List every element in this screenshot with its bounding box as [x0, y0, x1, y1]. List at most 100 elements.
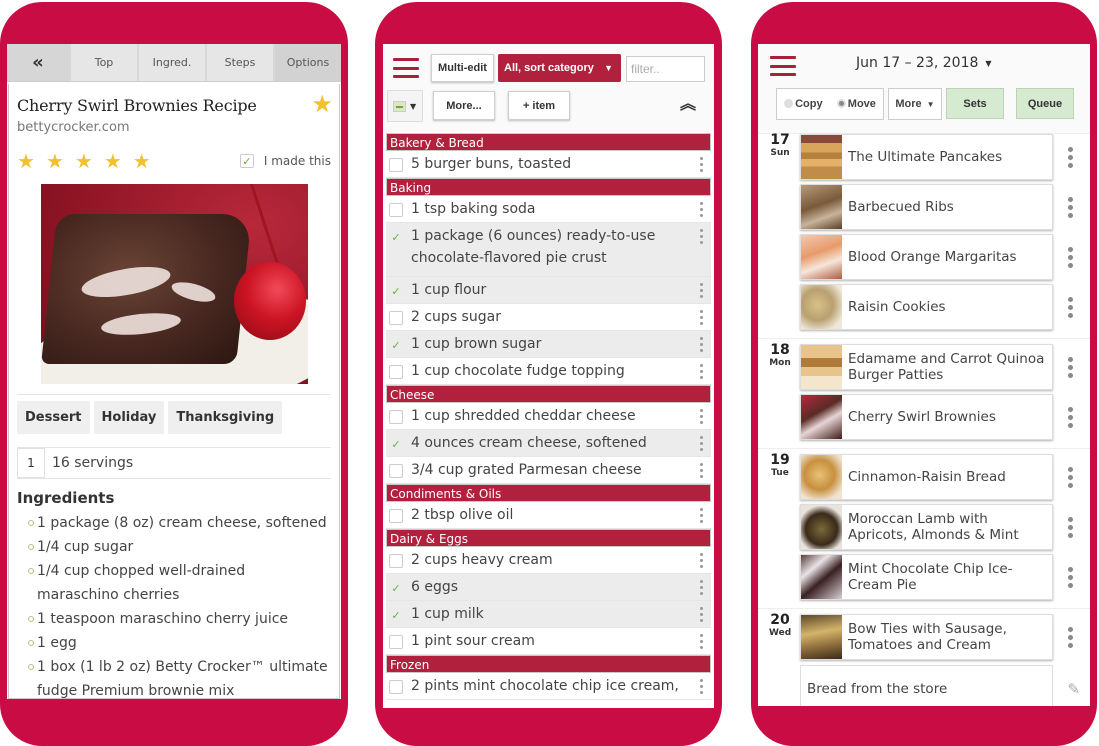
hamburger-menu-icon[interactable]: [393, 58, 419, 78]
pencil-edit-icon[interactable]: ✎: [1067, 680, 1080, 698]
checkbox[interactable]: [389, 158, 403, 172]
meal-card[interactable]: Cherry Swirl Brownies: [800, 394, 1073, 440]
kebab-menu-icon[interactable]: [700, 436, 703, 451]
tag-holiday[interactable]: Holiday: [93, 401, 165, 434]
kebab-menu-icon[interactable]: [1068, 567, 1073, 588]
meal-card[interactable]: Moroccan Lamb with Apricots, Almonds & M…: [800, 504, 1073, 550]
shopping-item-row[interactable]: 2 pints mint chocolate chip ice cream,: [386, 673, 711, 700]
kebab-menu-icon[interactable]: [700, 679, 703, 694]
checkbox[interactable]: [389, 410, 403, 424]
category-header[interactable]: Condiments & Oils: [386, 484, 711, 502]
checked-checkbox[interactable]: ✓: [389, 230, 403, 244]
servings-multiplier-input[interactable]: 1: [17, 448, 45, 478]
kebab-menu-icon[interactable]: [700, 283, 703, 298]
meal-card[interactable]: Bow Ties with Sausage, Tomatoes and Crea…: [800, 614, 1073, 660]
kebab-menu-icon[interactable]: [700, 409, 703, 424]
ingredient-item[interactable]: 1 teaspoon maraschino cherry juice: [17, 607, 331, 631]
shopping-item-row[interactable]: ✓ 4 ounces cream cheese, softened: [386, 430, 711, 457]
more-button[interactable]: More...: [433, 91, 495, 120]
checked-checkbox[interactable]: ✓: [389, 437, 403, 451]
star-rating[interactable]: ★ ★ ★ ★ ★: [17, 151, 151, 171]
kebab-menu-icon[interactable]: [1068, 297, 1073, 318]
shopping-item-row[interactable]: 1 tsp baking soda: [386, 196, 711, 223]
more-dropdown[interactable]: More ▼: [888, 88, 942, 120]
tag-thanksgiving[interactable]: Thanksgiving: [168, 401, 283, 434]
shopping-item-row[interactable]: 1 cup shredded cheddar cheese: [386, 403, 711, 430]
add-item-button[interactable]: + item: [508, 91, 570, 120]
kebab-menu-icon[interactable]: [1068, 197, 1073, 218]
category-header[interactable]: Dairy & Eggs: [386, 529, 711, 547]
kebab-menu-icon[interactable]: [1068, 467, 1073, 488]
tab-ingredients[interactable]: Ingred.: [139, 44, 205, 81]
recipe-source-link[interactable]: bettycrocker.com: [17, 120, 331, 135]
star-icon[interactable]: ★: [17, 151, 35, 171]
kebab-menu-icon[interactable]: [700, 310, 703, 325]
kebab-menu-icon[interactable]: [700, 508, 703, 523]
kebab-menu-icon[interactable]: [700, 607, 703, 622]
meal-card[interactable]: Blood Orange Margaritas: [800, 234, 1073, 280]
star-icon[interactable]: ★: [104, 151, 122, 171]
queue-button[interactable]: Queue: [1016, 88, 1074, 119]
ingredient-item[interactable]: 1/4 cup sugar: [17, 535, 331, 559]
move-radio[interactable]: Move: [836, 98, 876, 110]
ingredient-item[interactable]: 1 egg: [17, 631, 331, 655]
kebab-menu-icon[interactable]: [1068, 517, 1073, 538]
category-header[interactable]: Bakery & Bread: [386, 133, 711, 151]
category-header[interactable]: Frozen: [386, 655, 711, 673]
tag-dessert[interactable]: Dessert: [17, 401, 90, 434]
copy-radio[interactable]: Copy: [784, 98, 823, 110]
tab-options[interactable]: Options: [275, 44, 341, 81]
star-icon[interactable]: ★: [46, 151, 64, 171]
shopping-item-row[interactable]: 1 cup chocolate fudge topping: [386, 358, 711, 385]
shopping-item-row[interactable]: ✓ 1 package (6 ounces) ready-to-use choco…: [386, 223, 711, 277]
checkbox[interactable]: [389, 680, 403, 694]
meal-card[interactable]: Mint Chocolate Chip Ice-Cream Pie: [800, 554, 1073, 600]
color-filter-dropdown[interactable]: ▼: [387, 90, 423, 122]
ingredient-item[interactable]: 1 package (8 oz) cream cheese, softened: [17, 511, 331, 535]
category-header[interactable]: Baking: [386, 178, 711, 196]
shopping-item-row[interactable]: ✓ 1 cup flour: [386, 277, 711, 304]
sets-button[interactable]: Sets: [946, 88, 1004, 119]
checked-checkbox[interactable]: ✓: [389, 581, 403, 595]
tab-steps[interactable]: Steps: [207, 44, 273, 81]
kebab-menu-icon[interactable]: [700, 553, 703, 568]
back-button[interactable]: «: [7, 44, 69, 81]
kebab-menu-icon[interactable]: [1068, 407, 1073, 428]
kebab-menu-icon[interactable]: [700, 634, 703, 649]
sort-dropdown[interactable]: All, sort category ▼: [498, 54, 621, 82]
kebab-menu-icon[interactable]: [700, 364, 703, 379]
checked-checkbox[interactable]: ✓: [389, 338, 403, 352]
meal-card[interactable]: Raisin Cookies: [800, 284, 1073, 330]
tab-top[interactable]: Top: [71, 44, 137, 81]
shopping-item-row[interactable]: 1 pint sour cream: [386, 628, 711, 655]
shopping-item-row[interactable]: ✓ 1 cup milk: [386, 601, 711, 628]
kebab-menu-icon[interactable]: [1068, 357, 1073, 378]
checkbox[interactable]: [389, 635, 403, 649]
meal-card[interactable]: Cinnamon-Raisin Bread: [800, 454, 1073, 500]
meal-card[interactable]: The Ultimate Pancakes: [800, 134, 1073, 180]
collapse-all-icon[interactable]: ︽: [680, 96, 696, 112]
category-header[interactable]: Cheese: [386, 385, 711, 403]
shopping-item-row[interactable]: 2 cups heavy cream: [386, 547, 711, 574]
kebab-menu-icon[interactable]: [700, 157, 703, 172]
ingredient-item[interactable]: 1/4 cup chopped well-drained maraschino …: [17, 559, 331, 607]
meal-note[interactable]: Bread from the store ✎: [800, 665, 1080, 706]
star-icon[interactable]: ★: [75, 151, 93, 171]
checked-checkbox[interactable]: ✓: [389, 608, 403, 622]
kebab-menu-icon[interactable]: [700, 229, 703, 244]
kebab-menu-icon[interactable]: [1068, 627, 1073, 648]
shopping-item-row[interactable]: 3/4 cup grated Parmesan cheese: [386, 457, 711, 484]
multi-edit-button[interactable]: Multi-edit: [431, 54, 494, 82]
checkbox[interactable]: [389, 365, 403, 379]
shopping-item-row[interactable]: 5 burger buns, toasted: [386, 151, 711, 178]
kebab-menu-icon[interactable]: [700, 463, 703, 478]
checked-checkbox[interactable]: ✓: [389, 284, 403, 298]
made-this-toggle[interactable]: ✓ I made this: [239, 154, 331, 168]
shopping-item-row[interactable]: 2 cups sugar: [386, 304, 711, 331]
date-range-selector[interactable]: Jun 17 – 23, 2018 ▼: [856, 55, 992, 71]
shopping-item-row[interactable]: ✓ 6 eggs: [386, 574, 711, 601]
hamburger-menu-icon[interactable]: [770, 56, 796, 76]
meal-card[interactable]: Barbecued Ribs: [800, 184, 1073, 230]
checkbox[interactable]: [389, 311, 403, 325]
checkbox[interactable]: [389, 554, 403, 568]
